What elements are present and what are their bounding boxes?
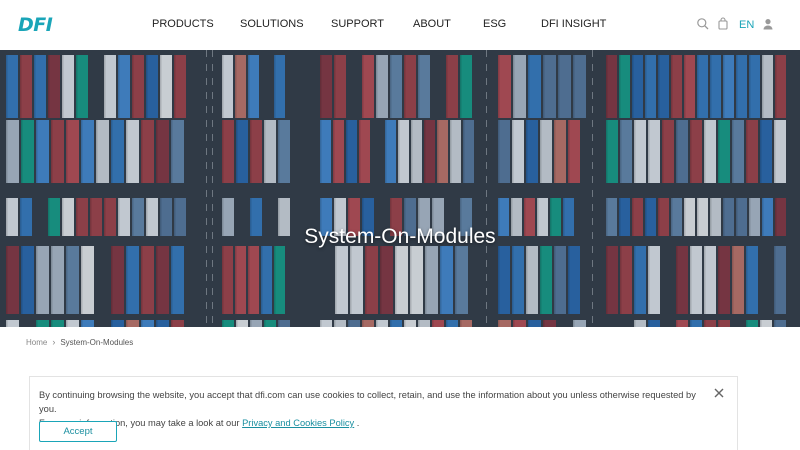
close-icon[interactable]	[712, 386, 726, 400]
language-selector[interactable]: EN	[739, 19, 754, 31]
user-icon[interactable]	[761, 17, 775, 31]
site-header: DFI PRODUCTS SOLUTIONS SUPPORT ABOUT ESG…	[0, 0, 800, 50]
breadcrumb-home[interactable]: Home	[26, 338, 47, 347]
nav-about[interactable]: ABOUT	[413, 18, 451, 30]
cookie-banner: By continuing browsing the website, you …	[29, 376, 738, 450]
nav-products[interactable]: PRODUCTS	[152, 18, 214, 30]
breadcrumb: Home › System-On-Modules	[26, 337, 133, 347]
cookie-line-2: For more information, you may take a loo…	[39, 416, 699, 430]
nav-dfi-insight[interactable]: DFI INSIGHT	[541, 18, 606, 30]
privacy-policy-link[interactable]: Privacy and Cookies Policy	[242, 418, 354, 428]
cookie-line-2-suffix: .	[354, 418, 360, 428]
container-port-image	[0, 50, 800, 327]
breadcrumb-current: System-On-Modules	[60, 337, 134, 347]
main-nav: PRODUCTS SOLUTIONS SUPPORT ABOUT ESG DFI…	[0, 0, 800, 50]
hero-banner: System-On-Modules	[0, 50, 800, 327]
search-icon[interactable]	[696, 17, 710, 31]
nav-solutions[interactable]: SOLUTIONS	[240, 18, 304, 30]
nav-support[interactable]: SUPPORT	[331, 18, 384, 30]
page-title: System-On-Modules	[304, 225, 496, 248]
cookie-message: By continuing browsing the website, you …	[39, 388, 699, 430]
nav-esg[interactable]: ESG	[483, 18, 506, 30]
cookie-line-1: By continuing browsing the website, you …	[39, 390, 696, 414]
chevron-right-icon: ›	[52, 337, 56, 347]
accept-button[interactable]: Accept	[39, 421, 117, 442]
cart-icon[interactable]	[716, 17, 730, 31]
